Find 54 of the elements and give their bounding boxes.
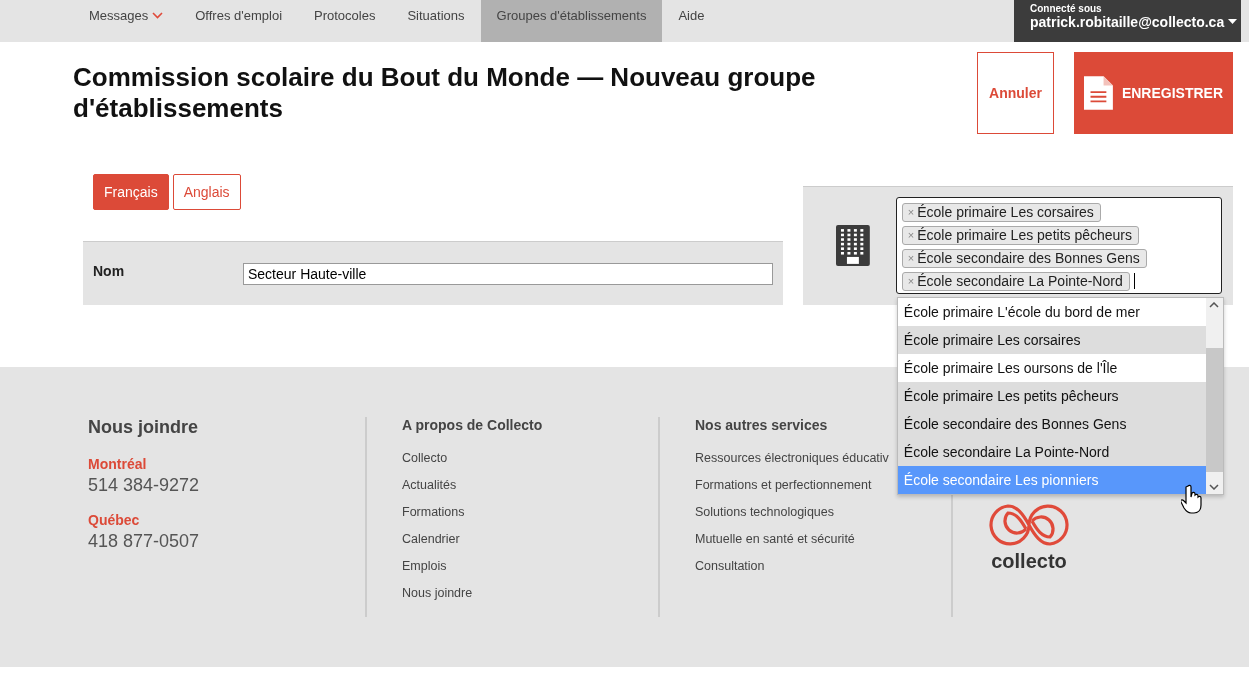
footer-heading: A propos de Collecto	[402, 417, 543, 433]
city-label: Montréal	[88, 456, 148, 472]
nav-item[interactable]: Groupes d'établissements	[480, 0, 663, 42]
field-label: Nom	[93, 262, 126, 279]
nav-item[interactable]: Aide	[662, 0, 721, 42]
phone-number: 418 877-0507	[88, 531, 200, 552]
footer-link[interactable]: Ressources électroniques éducativ	[695, 450, 889, 466]
language-tab[interactable]: Anglais	[172, 174, 241, 210]
document-icon	[1084, 75, 1113, 111]
cancel-button[interactable]: Annuler	[977, 52, 1054, 134]
dropdown-option[interactable]: École secondaire La Pointe-Nord	[897, 438, 1206, 466]
city-label: Québec	[88, 512, 141, 528]
phone-number: 514 384-9272	[88, 475, 200, 496]
footer-link[interactable]: Formations et perfectionnement	[695, 477, 872, 493]
text-cursor	[1133, 273, 1135, 289]
tag-label: École primaire Les petits pêcheurs	[917, 226, 1133, 244]
footer-link[interactable]: Formations	[402, 504, 465, 520]
dropdown-option[interactable]: École primaire Les petits pêcheurs	[897, 382, 1206, 410]
user-email: patrick.robitaille@collecto.ca	[1030, 14, 1241, 30]
footer-link[interactable]: Consultation	[695, 558, 765, 574]
scrollbar-thumb[interactable]	[1205, 348, 1223, 472]
tag-label: École secondaire des Bonnes Gens	[917, 249, 1140, 267]
dropdown-option[interactable]: École primaire L'école du bord de mer	[897, 298, 1206, 326]
nav-item[interactable]: Protocoles	[298, 0, 392, 42]
caret-icon	[1228, 19, 1238, 25]
nav-item[interactable]: Offres d'emploi	[179, 0, 299, 42]
footer-link[interactable]: Solutions technologiques	[695, 504, 834, 520]
name-input-field[interactable]: Secteur Haute-ville	[243, 262, 773, 285]
scroll-up-icon	[1209, 302, 1220, 308]
nav-item[interactable]: Messages	[73, 0, 180, 42]
page-title: Commission scolaire du Bout du Monde — Nouveau groupe d'établissements	[73, 62, 817, 125]
building-icon	[836, 225, 870, 266]
logo-text: collecto	[991, 550, 1067, 573]
scroll-down-icon	[1209, 484, 1220, 490]
footer-link[interactable]: Calendrier	[402, 531, 460, 547]
dropdown-option[interactable]: École primaire Les oursons de l'Île	[897, 354, 1206, 382]
footer-heading: Nos autres services	[695, 417, 828, 433]
dropdown-option[interactable]: École secondaire des Bonnes Gens	[897, 410, 1206, 438]
save-button[interactable]: ENREGISTRER	[1074, 52, 1233, 134]
dropdown-option[interactable]: École primaire Les corsaires	[897, 326, 1206, 354]
nav-item[interactable]: Situations	[391, 0, 481, 42]
footer-link[interactable]: Actualités	[402, 477, 457, 493]
tag-label: École primaire Les corsaires	[917, 203, 1094, 221]
footer-link[interactable]: Collecto	[402, 450, 448, 466]
user-caption: Connecté sous	[1030, 3, 1103, 14]
footer-heading: Nous joindre	[88, 417, 198, 438]
footer-link[interactable]: Nous joindre	[402, 585, 473, 601]
footer-link[interactable]: Emplois	[402, 558, 447, 574]
logo-mark-icon	[988, 502, 1070, 548]
user-menu[interactable]: Connecté sous patrick.robitaille@collecto.ca	[1014, 0, 1241, 42]
tag-label: École secondaire La Pointe-Nord	[917, 272, 1123, 290]
language-tab[interactable]: Français	[93, 174, 169, 210]
scrollbar[interactable]	[1205, 298, 1223, 494]
footer-link[interactable]: Mutuelle en santé et sécurité	[695, 531, 855, 547]
